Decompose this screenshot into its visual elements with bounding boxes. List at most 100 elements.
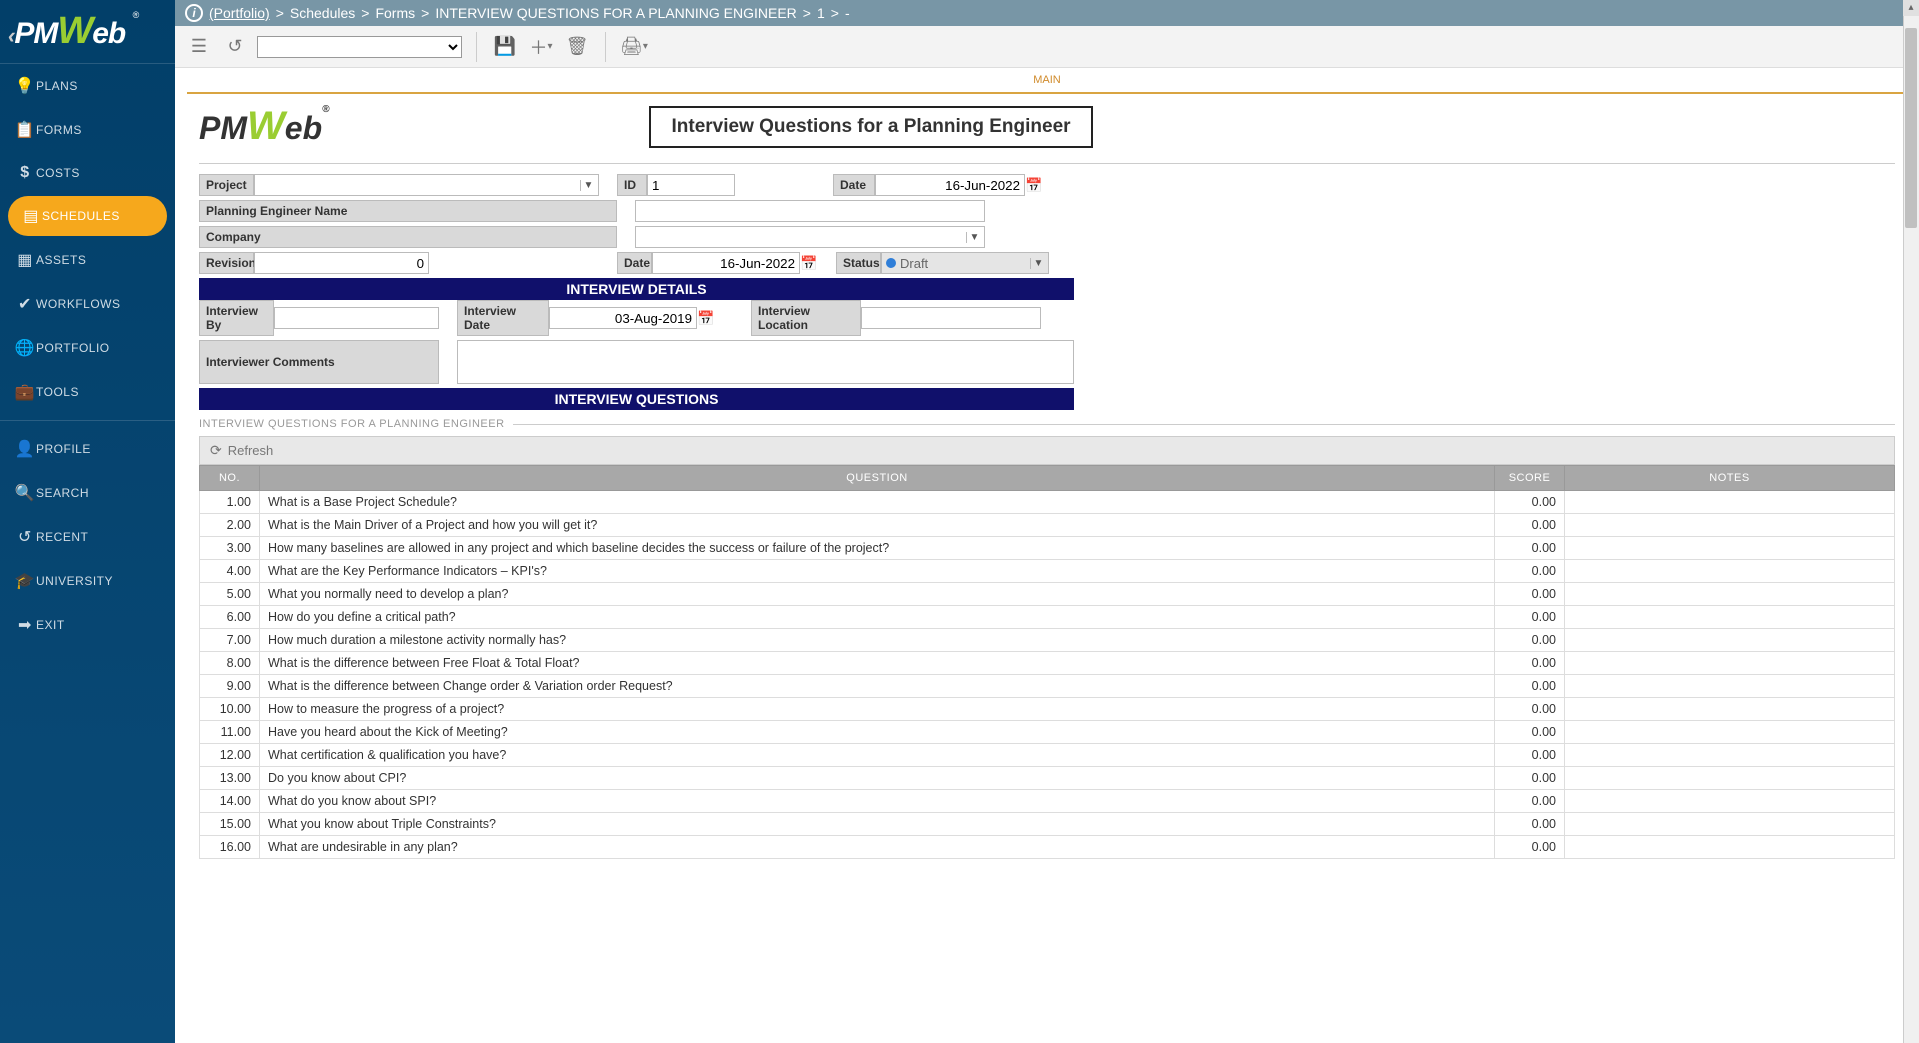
- logo-eb: eb: [92, 17, 125, 50]
- list-icon[interactable]: ☰: [185, 33, 213, 61]
- scrollbar[interactable]: ▴: [1903, 0, 1919, 1043]
- col-score[interactable]: SCORE: [1495, 466, 1565, 491]
- table-row[interactable]: 2.00What is the Main Driver of a Project…: [200, 514, 1895, 537]
- calendar-icon[interactable]: 📅: [1025, 177, 1043, 194]
- nav-portfolio[interactable]: 🌐PORTFOLIO: [0, 326, 175, 370]
- table-row[interactable]: 6.00How do you define a critical path?0.…: [200, 606, 1895, 629]
- table-row[interactable]: 4.00What are the Key Performance Indicat…: [200, 560, 1895, 583]
- table-row[interactable]: 8.00What is the difference between Free …: [200, 652, 1895, 675]
- cell-no: 1.00: [200, 491, 260, 514]
- divider: [199, 163, 1895, 164]
- content-logo-eb: eb: [285, 110, 322, 146]
- nav-workflows[interactable]: ✔WORKFLOWS: [0, 282, 175, 326]
- toolbar-sep: [605, 32, 606, 62]
- cell-no: 15.00: [200, 813, 260, 836]
- cell-no: 13.00: [200, 767, 260, 790]
- scroll-up-icon[interactable]: ▴: [1903, 0, 1919, 16]
- nav-costs[interactable]: $COSTS: [0, 152, 175, 194]
- building-icon: ▦: [14, 250, 36, 270]
- breadcrumb-sep: >: [803, 5, 811, 21]
- id-input[interactable]: [647, 174, 735, 196]
- breadcrumb-sep: >: [276, 5, 284, 21]
- date-input[interactable]: [875, 174, 1025, 196]
- sidebar: ‹PMWeb ® 💡PLANS 📋FORMS $COSTS ▤SCHEDULES…: [0, 0, 175, 1043]
- breadcrumb-sep: >: [831, 5, 839, 21]
- nav-profile[interactable]: 👤PROFILE: [0, 427, 175, 471]
- table-row[interactable]: 10.00How to measure the progress of a pr…: [200, 698, 1895, 721]
- nav-tools[interactable]: 💼TOOLS: [0, 370, 175, 414]
- add-icon[interactable]: ＋▾: [527, 33, 555, 61]
- table-row[interactable]: 7.00How much duration a milestone activi…: [200, 629, 1895, 652]
- date2-input[interactable]: [652, 252, 800, 274]
- table-row[interactable]: 3.00How many baselines are allowed in an…: [200, 537, 1895, 560]
- info-icon[interactable]: i: [185, 4, 203, 22]
- cell-question: What certification & qualification you h…: [260, 744, 1495, 767]
- nav-workflows-label: WORKFLOWS: [36, 297, 121, 311]
- cell-score: 0.00: [1495, 721, 1565, 744]
- nav-university[interactable]: 🎓UNIVERSITY: [0, 559, 175, 603]
- interview-location-label: Interview Location: [751, 300, 861, 336]
- briefcase-icon: 💼: [14, 382, 36, 402]
- tab-main[interactable]: MAIN: [187, 68, 1907, 94]
- app-logo: ‹PMWeb ®: [0, 0, 175, 64]
- status-select[interactable]: Draft ▼: [881, 252, 1049, 274]
- nav-search-label: SEARCH: [36, 486, 89, 500]
- table-row[interactable]: 11.00Have you heard about the Kick of Me…: [200, 721, 1895, 744]
- cell-score: 0.00: [1495, 583, 1565, 606]
- table-row[interactable]: 16.00What are undesirable in any plan?0.…: [200, 836, 1895, 859]
- company-select[interactable]: ▼: [635, 226, 985, 248]
- calendar-icon[interactable]: 📅: [800, 255, 818, 272]
- cell-no: 10.00: [200, 698, 260, 721]
- cell-score: 0.00: [1495, 606, 1565, 629]
- breadcrumb-title: INTERVIEW QUESTIONS FOR A PLANNING ENGIN…: [435, 5, 796, 21]
- col-notes[interactable]: NOTES: [1565, 466, 1895, 491]
- refresh-button[interactable]: Refresh: [228, 443, 274, 458]
- delete-icon[interactable]: 🗑: [563, 33, 591, 61]
- table-row[interactable]: 15.00What you know about Triple Constrai…: [200, 813, 1895, 836]
- revision-input[interactable]: [254, 252, 429, 274]
- page-title: Interview Questions for a Planning Engin…: [649, 106, 1092, 148]
- print-icon[interactable]: 🖨▾: [620, 33, 648, 61]
- chevron-down-icon: ▼: [1030, 258, 1046, 269]
- save-icon[interactable]: 💾: [491, 33, 519, 61]
- nav-forms-label: FORMS: [36, 123, 82, 137]
- project-label: Project: [199, 174, 254, 196]
- nav-plans[interactable]: 💡PLANS: [0, 64, 175, 108]
- engineer-input[interactable]: [635, 200, 985, 222]
- nav-forms[interactable]: 📋FORMS: [0, 108, 175, 152]
- scroll-thumb[interactable]: [1905, 28, 1917, 228]
- cell-no: 3.00: [200, 537, 260, 560]
- history-icon[interactable]: ↺: [221, 33, 249, 61]
- toolbar-select[interactable]: [257, 36, 462, 58]
- comments-input[interactable]: [457, 340, 1074, 384]
- interview-by-input[interactable]: [274, 307, 439, 329]
- nav-exit[interactable]: ➡EXIT: [0, 603, 175, 647]
- table-row[interactable]: 14.00What do you know about SPI?0.00: [200, 790, 1895, 813]
- nav-assets-label: ASSETS: [36, 253, 86, 267]
- cell-notes: [1565, 560, 1895, 583]
- breadcrumb-portfolio[interactable]: (Portfolio): [209, 5, 270, 21]
- table-row[interactable]: 1.00What is a Base Project Schedule?0.00: [200, 491, 1895, 514]
- table-row[interactable]: 13.00Do you know about CPI?0.00: [200, 767, 1895, 790]
- interview-location-input[interactable]: [861, 307, 1041, 329]
- refresh-icon[interactable]: ⟳: [210, 442, 222, 459]
- calendar-icon[interactable]: 📅: [697, 310, 715, 327]
- main-area: i (Portfolio) > Schedules > Forms > INTE…: [175, 0, 1919, 1043]
- project-select[interactable]: ▼: [254, 174, 599, 196]
- table-row[interactable]: 5.00What you normally need to develop a …: [200, 583, 1895, 606]
- content-logo-reg: ®: [322, 104, 329, 115]
- cell-no: 6.00: [200, 606, 260, 629]
- interview-date-input[interactable]: [549, 307, 697, 329]
- col-question[interactable]: QUESTION: [260, 466, 1495, 491]
- table-row[interactable]: 12.00What certification & qualification …: [200, 744, 1895, 767]
- nav-assets[interactable]: ▦ASSETS: [0, 238, 175, 282]
- nav-schedules[interactable]: ▤SCHEDULES: [8, 196, 167, 236]
- cell-notes: [1565, 767, 1895, 790]
- main-nav: 💡PLANS 📋FORMS $COSTS ▤SCHEDULES ▦ASSETS …: [0, 64, 175, 1043]
- nav-recent[interactable]: ↺RECENT: [0, 515, 175, 559]
- table-row[interactable]: 9.00What is the difference between Chang…: [200, 675, 1895, 698]
- col-no[interactable]: NO.: [200, 466, 260, 491]
- nav-search[interactable]: 🔍SEARCH: [0, 471, 175, 515]
- cell-question: What are undesirable in any plan?: [260, 836, 1495, 859]
- cell-score: 0.00: [1495, 491, 1565, 514]
